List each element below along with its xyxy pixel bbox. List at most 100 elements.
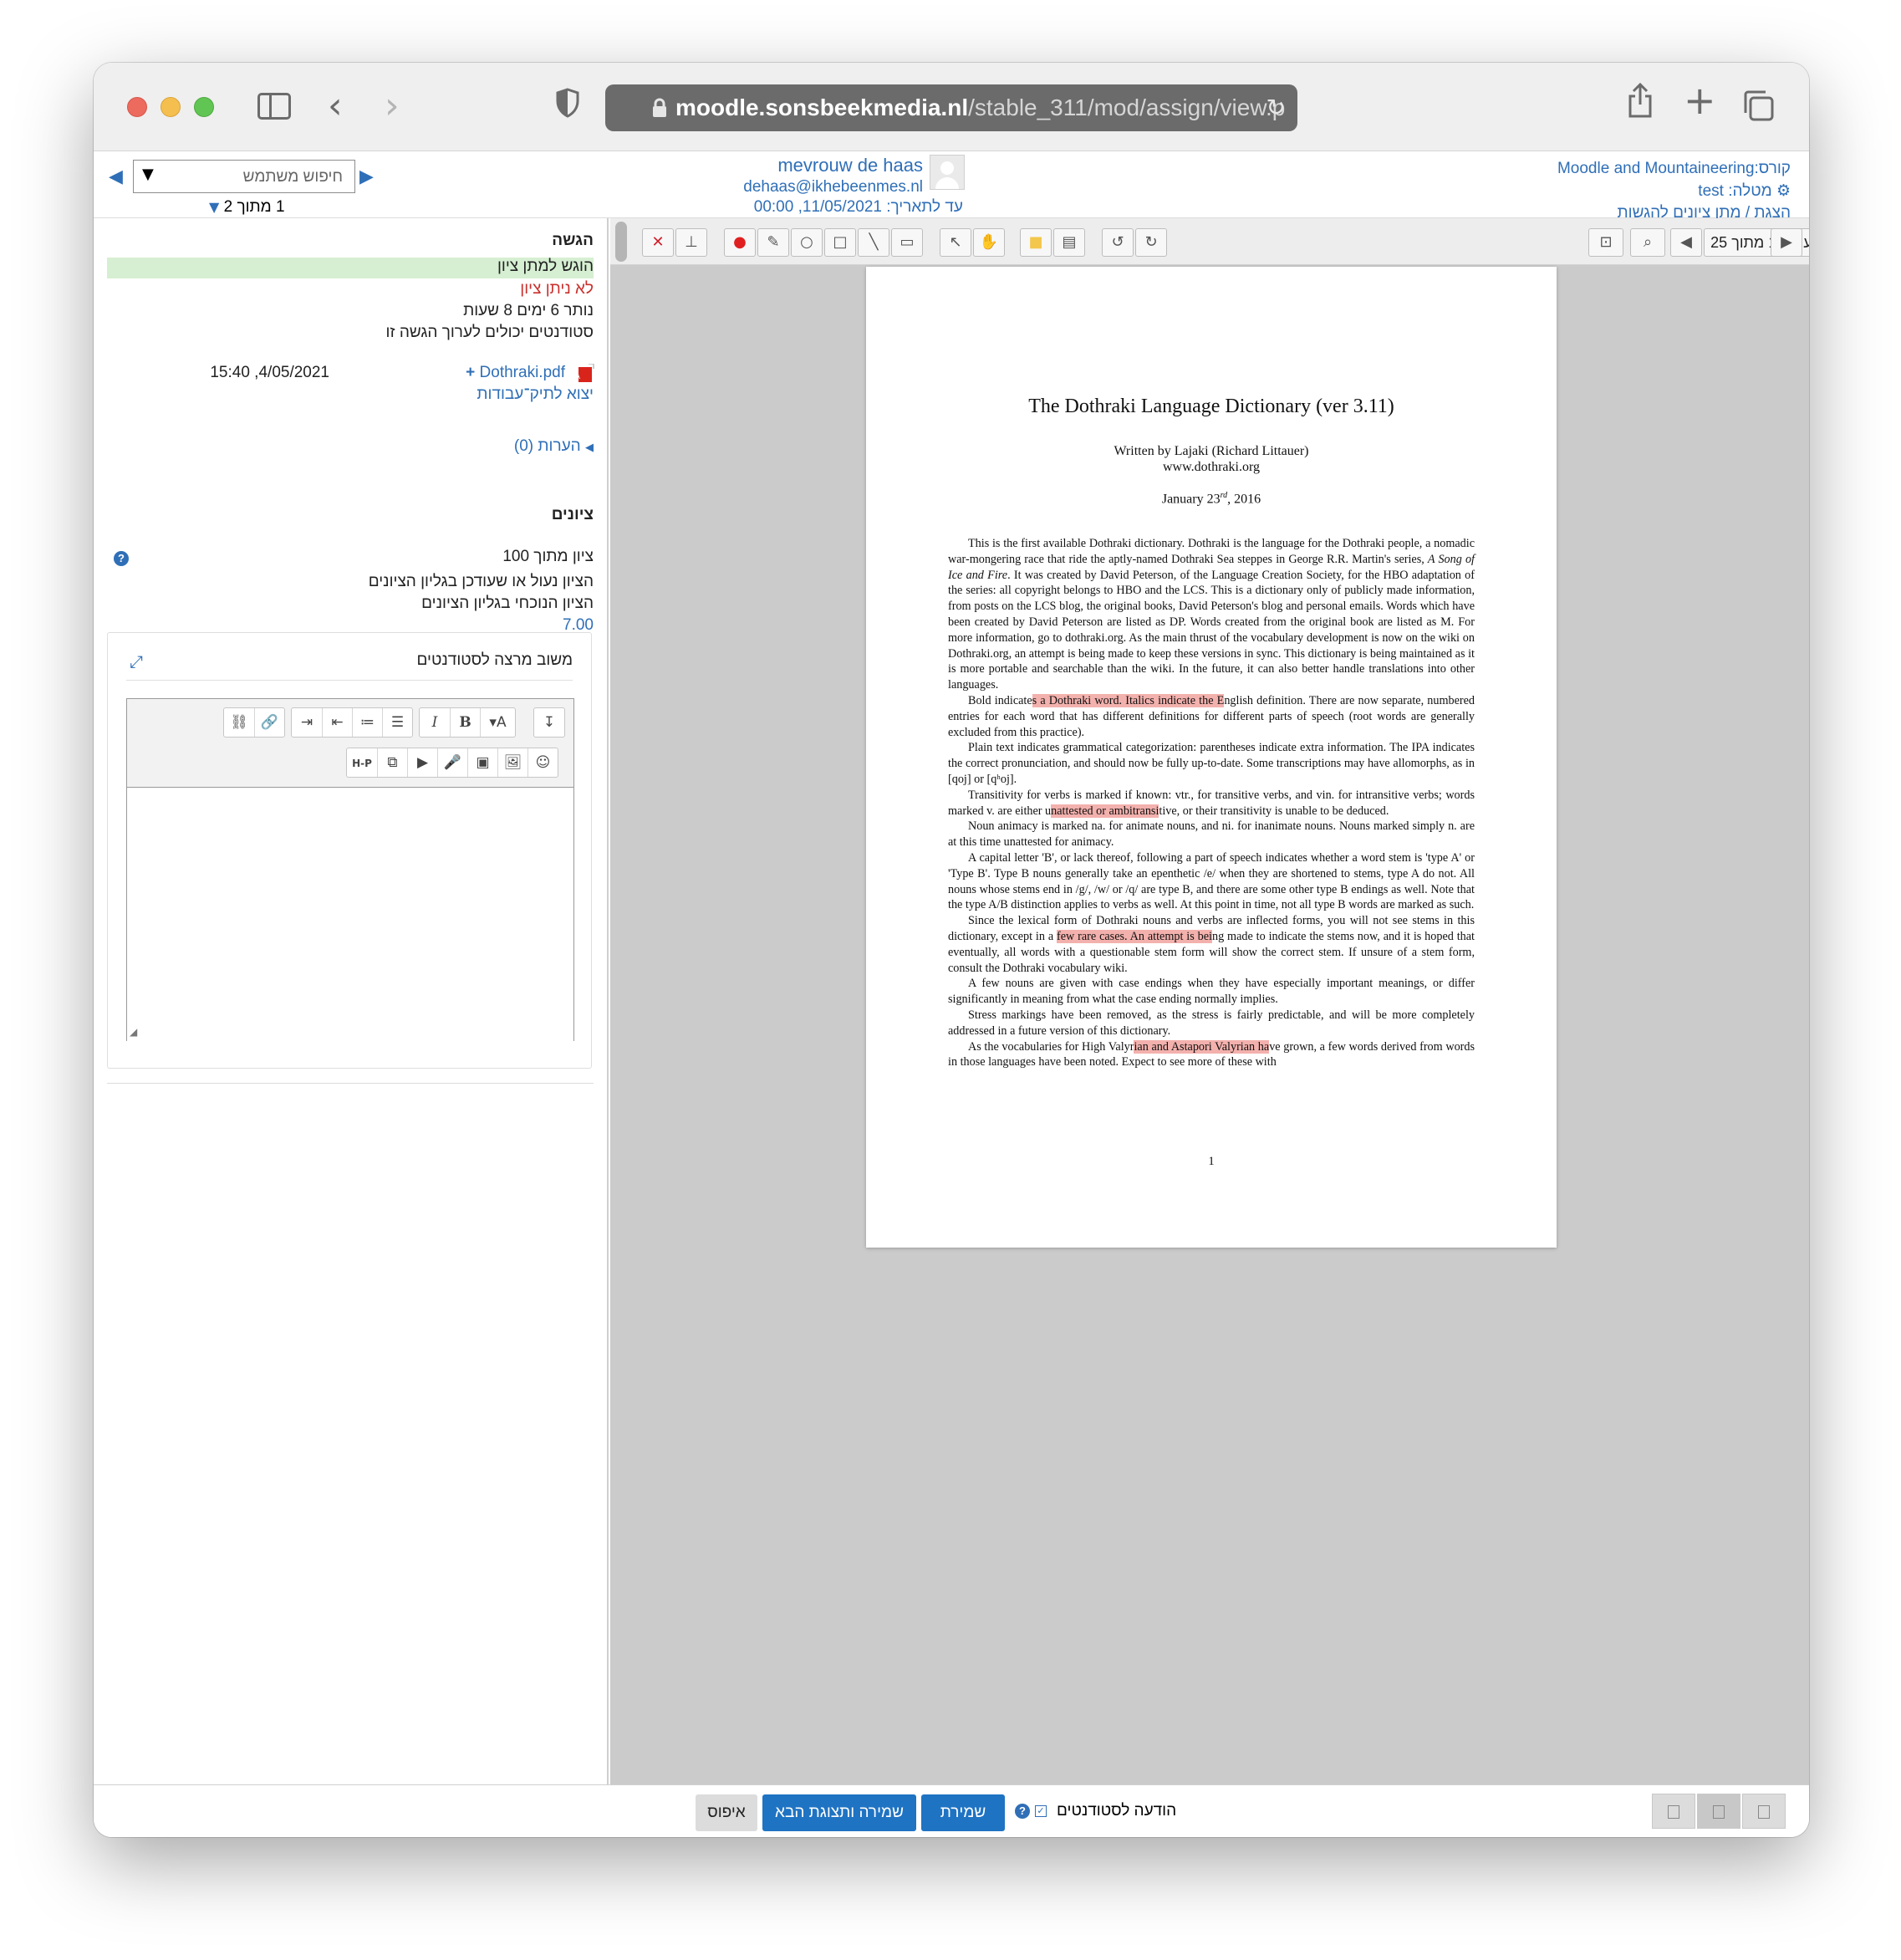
close-window-button[interactable] bbox=[127, 97, 147, 117]
filter-icon[interactable]: ▼ bbox=[209, 199, 219, 215]
lock-icon bbox=[653, 98, 666, 117]
chevron-down-icon: ▼ bbox=[142, 166, 154, 183]
share-icon[interactable] bbox=[1627, 82, 1654, 121]
notify-students-checkbox[interactable]: ✓ bbox=[1035, 1805, 1047, 1817]
rotate-left-icon[interactable]: ↺ bbox=[1102, 228, 1134, 257]
copy-icon[interactable]: ⧉ bbox=[377, 748, 407, 777]
save-and-next-button[interactable]: שמירה ותצוגת הבא bbox=[762, 1794, 916, 1831]
paragraph: This is the first available Dothraki dic… bbox=[948, 537, 1475, 692]
sidebar-toggle-icon[interactable] bbox=[257, 93, 291, 120]
line-tool-icon[interactable]: ╲ bbox=[858, 228, 889, 257]
ordered-list-icon[interactable]: ≔ bbox=[352, 708, 382, 737]
insert-button-group: H-P ⧉ ▶ 🎤 ▣ 🖼 ☺ bbox=[346, 748, 558, 778]
scrollbar-handle[interactable] bbox=[615, 222, 627, 262]
browser-toolbar: ‹ › moodle.sonsbeekmedia.nl/stable_311/m… bbox=[94, 63, 1809, 151]
link-icon[interactable]: 🔗 bbox=[254, 708, 284, 737]
save-button[interactable]: שמירת שינויים bbox=[921, 1794, 1005, 1831]
caret-left-icon: ◀ bbox=[585, 442, 594, 454]
layout-default-button[interactable] bbox=[1697, 1794, 1740, 1829]
unlink-icon[interactable]: ⛓ bbox=[224, 708, 254, 737]
current-grade-note: הציון הנוכחי בגליון הציונים bbox=[421, 595, 594, 612]
font-style-icon[interactable]: ▾A bbox=[480, 708, 515, 737]
pan-tool-icon[interactable]: ✋ bbox=[973, 228, 1005, 257]
document-title: The Dothraki Language Dictionary (ver 3.… bbox=[1028, 396, 1394, 417]
fullscreen-expand-icon[interactable]: ⤢ bbox=[130, 651, 143, 671]
image-icon[interactable]: 🖼 bbox=[497, 748, 527, 777]
avatar bbox=[930, 155, 965, 190]
grades-heading: ציונים bbox=[551, 506, 594, 523]
feedback-section: משוב מרצה לסטודנטים ⤢ ⛓ 🔗 ⇥ ⇤ ≔ ☰ I B ▾A ↧ H-P… bbox=[107, 632, 592, 1069]
pdf-page[interactable]: The Dothraki Language Dictionary (ver 3.… bbox=[866, 267, 1557, 1248]
user-name[interactable]: mevrouw de haas bbox=[743, 155, 923, 176]
next-page-icon[interactable]: ▶ bbox=[1771, 228, 1802, 257]
notify-students-label: הודעה לסטודנטים bbox=[1057, 1802, 1177, 1820]
forward-icon[interactable]: › bbox=[385, 84, 400, 127]
search-comments-icon[interactable]: ⌕ bbox=[1630, 228, 1665, 257]
select-tool-icon[interactable]: ↖ bbox=[940, 228, 971, 257]
export-portfolio-link[interactable]: יצוא לתיק־עבודות bbox=[477, 385, 594, 403]
highlight-annotation[interactable]: ian and Astapori Valyrian ha bbox=[1134, 1039, 1270, 1054]
help-icon[interactable]: ? bbox=[1015, 1804, 1030, 1819]
highlight-annotation[interactable]: nattested or ambitransi bbox=[1051, 804, 1159, 818]
user-search-select[interactable]: ▼ חיפוש משתמש bbox=[133, 160, 355, 193]
help-icon[interactable]: ? bbox=[114, 551, 129, 566]
unordered-list-icon[interactable]: ☰ bbox=[382, 708, 412, 737]
comments-label: הערות (0) bbox=[513, 437, 581, 455]
color-picker-icon[interactable]: ● bbox=[724, 228, 756, 257]
new-tab-icon[interactable]: + bbox=[1684, 78, 1716, 123]
layout-collapse-review-button[interactable] bbox=[1742, 1794, 1786, 1829]
current-grade-value[interactable]: 7.00 bbox=[563, 616, 594, 634]
oval-tool-icon[interactable]: ○ bbox=[791, 228, 823, 257]
layout-collapse-grade-button[interactable] bbox=[1652, 1794, 1695, 1829]
comment-tool-icon[interactable]: ■ bbox=[1020, 228, 1052, 257]
shield-icon[interactable] bbox=[555, 88, 580, 121]
course-link[interactable]: קורס:Moodle and Mountaineering bbox=[1557, 160, 1791, 177]
status-submitted: הוגש למתן ציון bbox=[497, 258, 594, 275]
media-icon[interactable]: ▣ bbox=[467, 748, 497, 777]
stamp-icon[interactable]: ⊥ bbox=[675, 228, 707, 257]
comment-search-icon[interactable]: ▤ bbox=[1053, 228, 1085, 257]
grading-status: לא ניתן ציון bbox=[520, 280, 594, 298]
microphone-icon[interactable]: 🎤 bbox=[437, 748, 467, 777]
outdent-icon[interactable]: ⇤ bbox=[322, 708, 352, 737]
comments-toggle[interactable]: ◀ הערות (0) bbox=[514, 437, 594, 456]
assignment-link[interactable]: מטלה: test bbox=[1698, 182, 1771, 200]
toolbar-toggle-group: ↧ bbox=[533, 707, 565, 738]
highlight-annotation[interactable]: s a Dothraki word. Italics indicate the … bbox=[1032, 693, 1225, 707]
reload-icon[interactable]: ↻ bbox=[1266, 84, 1286, 131]
delete-annotation-icon[interactable]: ✕ bbox=[642, 228, 674, 257]
minimize-window-button[interactable] bbox=[161, 97, 181, 117]
previous-user-icon[interactable]: ◀ bbox=[109, 166, 123, 187]
zoom-window-button[interactable] bbox=[194, 97, 214, 117]
back-icon[interactable]: ‹ bbox=[328, 84, 343, 127]
url-host: moodle.sonsbeekmedia.nl bbox=[675, 94, 969, 120]
reset-button[interactable]: איפוס bbox=[696, 1794, 757, 1831]
plus-icon[interactable]: + bbox=[466, 364, 475, 381]
rectangle-tool-icon[interactable]: □ bbox=[824, 228, 856, 257]
indent-icon[interactable]: ⇥ bbox=[292, 708, 322, 737]
grade-locked-note: הציון נעול או שעודכן בגליון הציונים bbox=[368, 573, 594, 590]
file-link[interactable]: Dothraki.pdf bbox=[480, 364, 565, 381]
feedback-textarea[interactable] bbox=[127, 789, 573, 1041]
h5p-icon[interactable]: H-P bbox=[347, 749, 377, 778]
next-user-icon[interactable]: ▶ bbox=[359, 166, 374, 187]
highlighter-icon[interactable]: ▭ bbox=[891, 228, 923, 257]
address-bar[interactable]: moodle.sonsbeekmedia.nl/stable_311/mod/a… bbox=[605, 84, 1297, 131]
user-email[interactable]: dehaas@ikhebeenmes.nl bbox=[743, 176, 923, 198]
highlight-annotation[interactable]: few rare cases. An attempt is bei bbox=[1057, 929, 1212, 943]
tab-overview-icon[interactable] bbox=[1742, 89, 1774, 125]
video-icon[interactable]: ▶ bbox=[407, 748, 437, 777]
pdf-file-icon: A bbox=[575, 363, 595, 384]
layout-both-icon bbox=[1713, 1805, 1725, 1819]
pen-icon[interactable]: ✎ bbox=[757, 228, 789, 257]
previous-page-icon[interactable]: ◀ bbox=[1670, 228, 1702, 257]
browser-window: ‹ › moodle.sonsbeekmedia.nl/stable_311/m… bbox=[94, 63, 1809, 1837]
emoji-icon[interactable]: ☺ bbox=[527, 748, 558, 777]
expand-icon[interactable]: ⊡ bbox=[1588, 228, 1623, 257]
bold-icon[interactable]: B bbox=[450, 708, 480, 737]
gear-icon[interactable]: ⚙ bbox=[1776, 181, 1791, 200]
rotate-right-icon[interactable]: ↻ bbox=[1135, 228, 1167, 257]
show-more-icon[interactable]: ↧ bbox=[534, 708, 564, 737]
resize-handle-icon[interactable]: ◢ bbox=[130, 1026, 137, 1038]
italic-icon[interactable]: I bbox=[420, 708, 450, 737]
